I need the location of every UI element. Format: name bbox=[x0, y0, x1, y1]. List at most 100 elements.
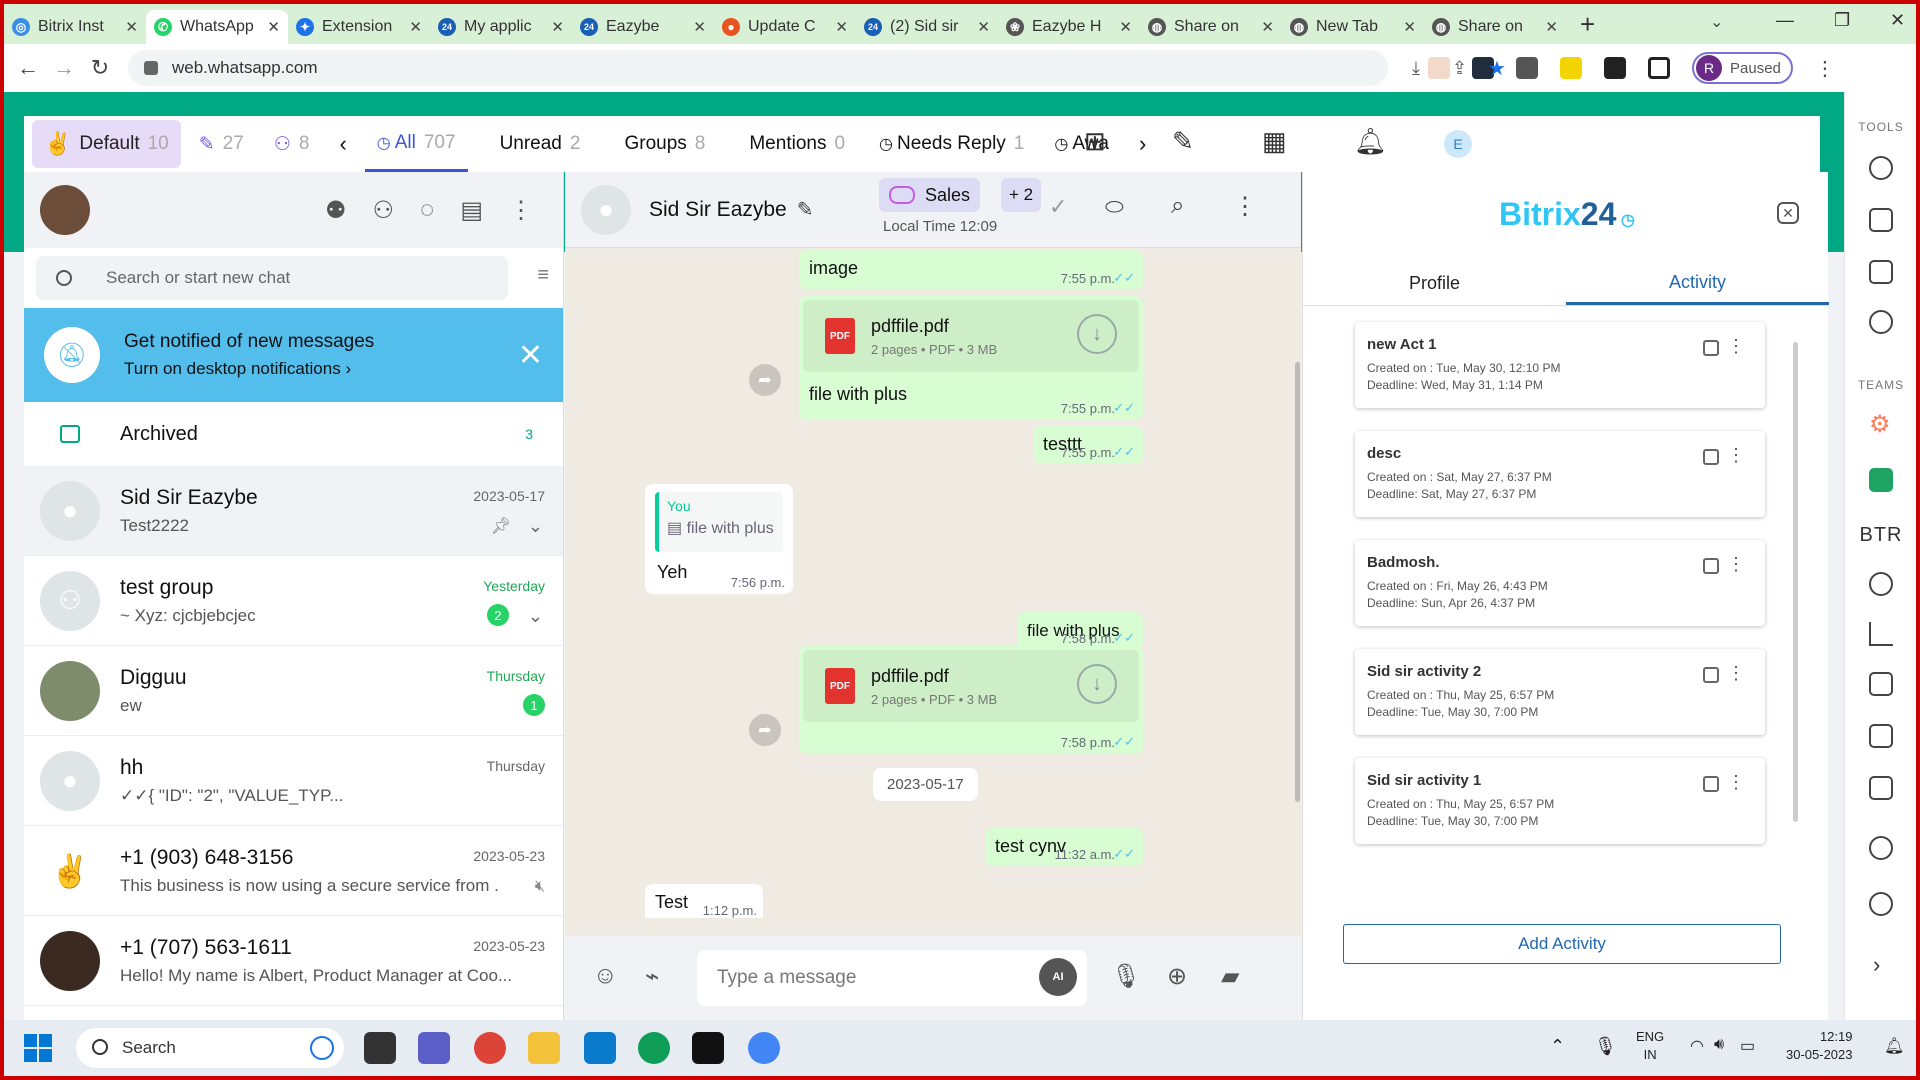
chat-item[interactable]: ● hh ✓✓{ "ID": "2", "VALUE_TYP... Thursda… bbox=[24, 736, 563, 826]
language-indicator[interactable]: ENG IN bbox=[1636, 1028, 1664, 1064]
search-input[interactable]: Search or start new chat bbox=[36, 256, 508, 300]
new-tab-icon[interactable]: + bbox=[1580, 9, 1595, 40]
profile-chip[interactable]: R Paused bbox=[1692, 52, 1793, 84]
close-icon[interactable]: ✕ bbox=[1261, 18, 1274, 36]
kebab-menu-icon[interactable]: ⋮ bbox=[1815, 56, 1835, 81]
tab-mentions[interactable]: Mentions 0 bbox=[737, 120, 857, 168]
message-bubble[interactable]: Test 1:12 p.m. bbox=[645, 884, 763, 918]
microphone-icon[interactable]: 🎙︎ bbox=[1594, 1036, 1617, 1057]
close-icon[interactable]: ✕ bbox=[1119, 18, 1132, 36]
document-message[interactable]: PDF pdffile.pdf 2 pages • PDF • 3 MB ↓ f… bbox=[799, 296, 1143, 420]
teams-app-icon[interactable] bbox=[418, 1032, 450, 1064]
chrome-app-icon[interactable] bbox=[638, 1032, 670, 1064]
maximize-icon[interactable]: ❐ bbox=[1834, 10, 1850, 31]
close-icon[interactable]: ✕ bbox=[409, 18, 422, 36]
calendar-ext-icon[interactable] bbox=[1428, 57, 1450, 79]
avatar[interactable] bbox=[40, 185, 90, 235]
browser-tab[interactable]: ◍ New Tab ✕ bbox=[1282, 10, 1424, 44]
activity-card[interactable]: desc Created on : Sat, May 27, 6:37 PM D… bbox=[1355, 431, 1765, 517]
activity-card[interactable]: Badmosh. Created on : Fri, May 26, 4:43 … bbox=[1355, 540, 1765, 626]
document-message[interactable]: PDF pdffile.pdf 2 pages • PDF • 3 MB ↓ 7… bbox=[799, 646, 1143, 754]
back-icon[interactable]: ← bbox=[10, 55, 46, 81]
close-icon[interactable]: ✕ bbox=[977, 18, 990, 36]
browser-tab[interactable]: 24 (2) Sid sir ✕ bbox=[856, 10, 998, 44]
pdf-card[interactable]: PDF pdffile.pdf 2 pages • PDF • 3 MB ↓ bbox=[803, 300, 1139, 372]
url-bar[interactable]: web.whatsapp.com ⤓ ⇪ ★ bbox=[128, 50, 1506, 86]
label-chip[interactable]: Sales bbox=[879, 178, 981, 212]
contacts-chip[interactable]: ⚇ 8 bbox=[262, 120, 322, 168]
chat-item[interactable]: Digguu ew Thursday 1 bbox=[24, 646, 563, 736]
calendar-icon[interactable] bbox=[1703, 340, 1719, 356]
clock[interactable]: 12:19 30-05-2023 bbox=[1786, 1028, 1853, 1064]
tab-activity[interactable]: Activity bbox=[1566, 262, 1829, 305]
scrollbar[interactable] bbox=[1793, 342, 1798, 822]
chevron-down-icon[interactable]: ⌄ bbox=[528, 516, 543, 537]
chrome-app-icon[interactable] bbox=[474, 1032, 506, 1064]
share-icon[interactable]: ⇪ bbox=[1452, 58, 1467, 79]
close-icon[interactable]: ✕ bbox=[1545, 18, 1558, 36]
sheets-icon[interactable] bbox=[1869, 468, 1893, 492]
calendar-icon[interactable] bbox=[1703, 449, 1719, 465]
browser-tab[interactable]: ✦ Extension ✕ bbox=[288, 10, 430, 44]
reload-icon[interactable]: ↻ bbox=[82, 55, 118, 81]
message-bubble[interactable]: test cynv 11:32 a.m. ✓✓ bbox=[985, 828, 1143, 866]
battery-icon[interactable]: ▭ bbox=[1740, 1036, 1755, 1056]
message-bubble[interactable]: file with plus 7:58 p.m. ✓✓ bbox=[1017, 612, 1143, 650]
forward-icon[interactable]: ➦ bbox=[749, 364, 781, 396]
filter-icon[interactable]: ≡ bbox=[537, 264, 549, 287]
chat-item[interactable]: ⚇ test group ~ Xyz: cjcbjebcjec Yesterday… bbox=[24, 556, 563, 646]
emoji-icon[interactable]: ☺ bbox=[593, 962, 618, 990]
bookmark-star-icon[interactable]: ★ bbox=[1488, 56, 1506, 81]
kebab-menu-icon[interactable]: ⋮ bbox=[1727, 772, 1745, 793]
sidepanel-icon[interactable] bbox=[1648, 57, 1670, 79]
pdf-card[interactable]: PDF pdffile.pdf 2 pages • PDF • 3 MB ↓ bbox=[803, 650, 1139, 722]
add-square-icon[interactable]: ⊞ bbox=[1084, 126, 1106, 157]
monitor-tool-icon[interactable] bbox=[1869, 208, 1893, 232]
chat-item[interactable]: ✌ +1 (903) 648-3156 This business is now … bbox=[24, 826, 563, 916]
message-bubble[interactable]: image 7:55 p.m. ✓✓ bbox=[799, 250, 1143, 290]
kebab-menu-icon[interactable]: ⋮ bbox=[1727, 445, 1745, 466]
menu-icon[interactable]: ⋮ bbox=[1233, 192, 1257, 221]
task-view-icon[interactable] bbox=[364, 1032, 396, 1064]
volume-icon[interactable]: 🔊︎ bbox=[1714, 1036, 1724, 1054]
close-icon[interactable]: ✕ bbox=[1777, 202, 1799, 224]
archived-row[interactable]: Archived 3 bbox=[24, 402, 563, 466]
user-initial-avatar[interactable]: E bbox=[1444, 130, 1472, 158]
notification-banner[interactable]: 🔕︎ Get notified of new messages Turn on … bbox=[24, 308, 563, 402]
avatar[interactable]: ● bbox=[581, 184, 631, 235]
tab-awaiting[interactable]: ◷ Awa bbox=[1042, 120, 1121, 168]
edit-icon[interactable]: ✎ bbox=[1172, 126, 1194, 157]
calendar-icon[interactable] bbox=[1703, 558, 1719, 574]
edit-name-icon[interactable]: ✎ bbox=[797, 197, 814, 222]
calendar-icon[interactable] bbox=[1703, 667, 1719, 683]
close-icon[interactable]: ✕ bbox=[518, 338, 543, 373]
close-icon[interactable]: ✕ bbox=[267, 18, 280, 36]
communities-icon[interactable]: ⚇ bbox=[373, 196, 395, 225]
search-icon[interactable]: ⌕ bbox=[1171, 192, 1184, 220]
tab-search-icon[interactable]: ⌄ bbox=[1710, 12, 1723, 32]
kebab-menu-icon[interactable]: ⋮ bbox=[1727, 554, 1745, 575]
tab-unread[interactable]: Unread 2 bbox=[488, 120, 593, 168]
taskbar-search[interactable]: Search bbox=[76, 1028, 344, 1068]
vscode-icon[interactable] bbox=[584, 1032, 616, 1064]
notif-link[interactable]: Turn on desktop notifications › bbox=[124, 359, 374, 379]
close-icon[interactable]: ✕ bbox=[693, 18, 706, 36]
minimize-icon[interactable]: — bbox=[1776, 10, 1794, 31]
chart-icon[interactable] bbox=[1869, 622, 1893, 646]
close-icon[interactable]: ✕ bbox=[125, 18, 138, 36]
close-window-icon[interactable]: ✕ bbox=[1890, 10, 1905, 31]
download-icon[interactable]: ↓ bbox=[1077, 664, 1117, 704]
close-icon[interactable]: ✕ bbox=[1403, 18, 1416, 36]
calendar-icon[interactable] bbox=[1703, 776, 1719, 792]
hubspot-icon[interactable]: ⚙ bbox=[1869, 410, 1891, 439]
tasks-tool-icon[interactable] bbox=[1869, 260, 1893, 284]
install-icon[interactable]: ⤓ bbox=[1412, 58, 1420, 79]
forward-icon[interactable]: ➦ bbox=[749, 714, 781, 746]
kebab-menu-icon[interactable]: ⋮ bbox=[1727, 663, 1745, 684]
contact-tool-icon[interactable] bbox=[1869, 156, 1893, 180]
ai-icon[interactable]: AI bbox=[1039, 958, 1077, 996]
close-icon[interactable]: ✕ bbox=[835, 18, 848, 36]
drafts-chip[interactable]: ✎ 27 bbox=[187, 120, 256, 168]
grid-add-icon[interactable] bbox=[1869, 776, 1893, 800]
chevron-down-icon[interactable]: ⌄ bbox=[528, 606, 543, 627]
